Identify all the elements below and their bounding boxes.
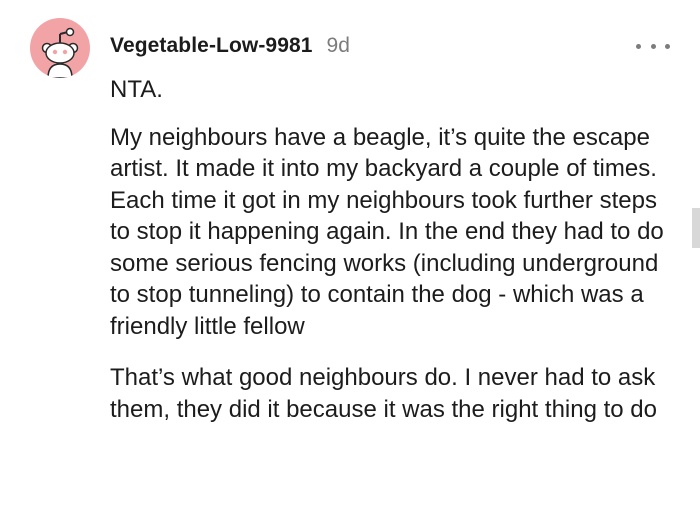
username-link[interactable]: Vegetable-Low-9981 bbox=[110, 34, 313, 58]
comment-body: NTA. My neighbours have a beagle, it’s q… bbox=[110, 74, 670, 425]
user-avatar[interactable] bbox=[30, 18, 90, 78]
comment-card: Vegetable-Low-9981 9d NTA. My neighbours… bbox=[0, 0, 700, 522]
more-horizontal-icon bbox=[636, 43, 641, 49]
more-horizontal-icon-dot bbox=[650, 43, 656, 49]
scrollbar-thumb[interactable] bbox=[692, 208, 700, 248]
comment-paragraph: That’s what good neighbours do. I never … bbox=[110, 364, 657, 423]
comment-paragraph: My neighbours have a beagle, it’s quite … bbox=[110, 123, 664, 340]
comment-header: Vegetable-Low-9981 9d bbox=[110, 34, 350, 64]
comment-timestamp[interactable]: 9d bbox=[327, 34, 350, 58]
more-horizontal-icon-dot bbox=[665, 43, 670, 49]
comment-paragraph: NTA. bbox=[110, 76, 163, 103]
more-options-button[interactable] bbox=[636, 36, 670, 56]
reddit-snoo-avatar-icon bbox=[41, 27, 79, 78]
